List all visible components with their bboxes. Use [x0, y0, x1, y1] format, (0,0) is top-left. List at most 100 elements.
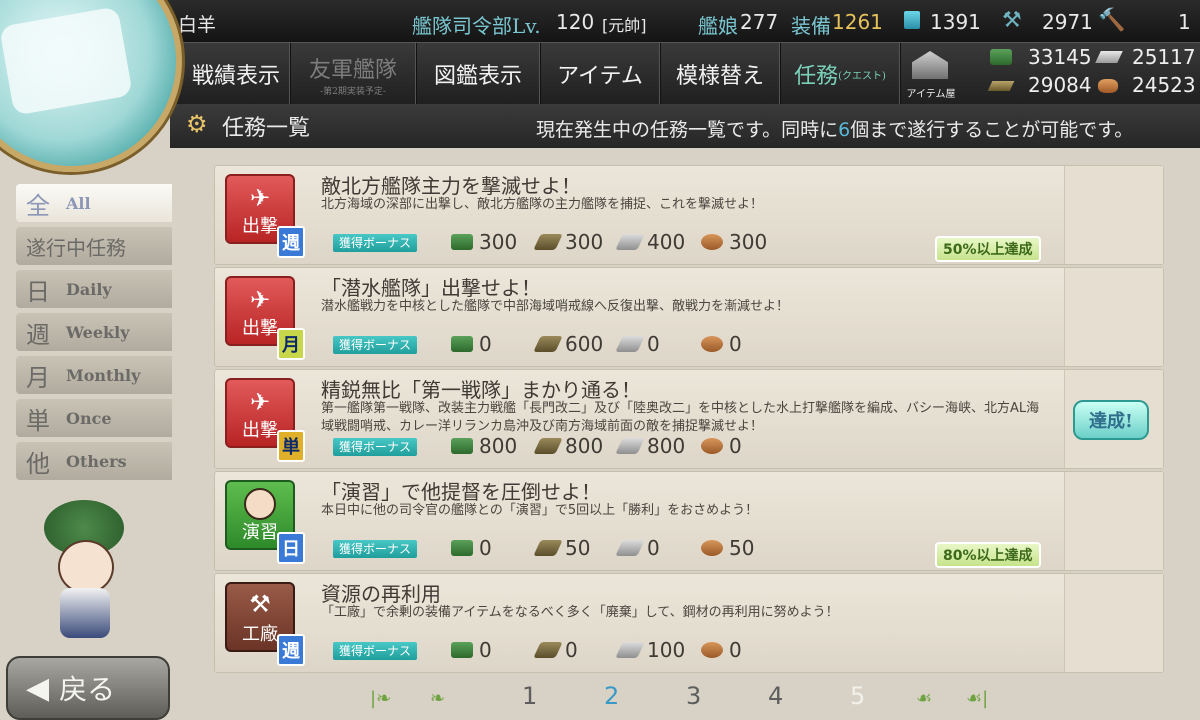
nav-records[interactable]: 戦績表示 [182, 43, 291, 105]
top-status-bar: 白羊 艦隊司令部Lv. 120 [元帥] 艦娘 277 装備 1261 1391… [0, 0, 1200, 42]
bonus-label: 獲得ボーナス [333, 234, 418, 252]
filter-weekly[interactable]: 週 Weekly [16, 313, 172, 351]
nav-picture-book-label: 図鑑表示 [433, 64, 522, 89]
filter-monthly-small: Monthly [66, 365, 141, 385]
nav-items[interactable]: アイテム [540, 43, 661, 105]
bauxite-icon [701, 336, 723, 352]
bonus-label: 獲得ボーナス [333, 642, 418, 660]
reward-steel-value: 0 [647, 536, 660, 560]
girl-face-icon [244, 488, 276, 520]
quest-title: 「演習」で他提督を圧倒せよ！ [321, 480, 601, 504]
nav-furniture-label: 模様替え [675, 64, 764, 89]
hq-level: 120 [556, 10, 595, 34]
page-5[interactable]: 5 [850, 682, 865, 710]
steel-icon [615, 234, 645, 250]
ammo-icon [533, 438, 563, 454]
quest-item[interactable]: ⚒ 工廠 週 資源の再利用 「工廠」で余剰の装備アイテムをなるべく多く「廃棄」して… [214, 573, 1164, 673]
bonus-label: 獲得ボーナス [333, 336, 418, 354]
reward-ammo-value: 50 [565, 536, 591, 560]
filter-in-progress[interactable]: 遂行中任務 [16, 227, 172, 265]
reward-steel: 100 [615, 638, 686, 662]
first-page-button[interactable]: |❧ [370, 688, 391, 709]
reward-ammo: 50 [533, 536, 591, 560]
page-3[interactable]: 3 [686, 682, 701, 710]
quest-category: 出撃 [242, 420, 278, 441]
reward-ammo: 800 [533, 434, 604, 458]
nav-furniture[interactable]: 模様替え [660, 43, 781, 105]
quest-item[interactable]: ✈ 出撃 週 敵北方艦隊主力を撃滅せよ！ 北方海域の深部に出撃し、敵北方艦隊の主力… [214, 165, 1164, 265]
filter-weekly-big: 週 [26, 320, 50, 349]
quest-item[interactable]: ✈ 出撃 単 精鋭無比「第一戦隊」まかり通る！ 第一艦隊第一戦隊、改装主力戦艦「長… [214, 369, 1164, 469]
devmat-count: 1 [1178, 10, 1191, 34]
reward-fuel-value: 0 [479, 638, 492, 662]
back-button[interactable]: ◀ 戻る [6, 656, 170, 720]
quest-category: 出撃 [242, 318, 278, 339]
steel-icon [615, 642, 645, 658]
reward-bauxite-value: 0 [729, 434, 742, 458]
reward-ammo-value: 0 [565, 638, 578, 662]
filter-monthly-big: 月 [26, 363, 50, 392]
player-name: 白羊 [178, 14, 217, 36]
bonus-label: 獲得ボーナス [333, 540, 418, 558]
quest-description: 潜水艦戦力を中核とした艦隊で中部海域哨戒線へ反復出撃、敵戦力を漸減せよ！ [321, 299, 790, 314]
prev-page-button[interactable]: ❧ [430, 688, 445, 709]
quest-item[interactable]: ✈ 出撃 月 「潜水艦隊」出撃せよ！ 潜水艦戦力を中核とした艦隊で中部海域哨戒線へ… [214, 267, 1164, 367]
reward-steel: 800 [615, 434, 685, 458]
reward-bauxite: 0 [701, 434, 742, 458]
title-message-pre: 現在発生中の任務一覧です。同時に [536, 119, 839, 141]
reward-steel-value: 400 [647, 230, 686, 254]
item-shop-button[interactable]: アイテム屋 [904, 47, 958, 101]
page-4[interactable]: 4 [768, 682, 783, 710]
last-page-button[interactable]: ☙| [966, 688, 988, 709]
nav-picture-book[interactable]: 図鑑表示 [416, 43, 541, 105]
equip-count: 1261 [832, 10, 883, 34]
reward-fuel: 0 [451, 332, 492, 356]
page-title: 任務一覧 [222, 116, 311, 141]
bauxite-icon [701, 234, 723, 250]
filter-monthly[interactable]: 月 Monthly [16, 356, 172, 394]
quest-status-slot [1064, 472, 1163, 570]
reward-bauxite-value: 300 [729, 230, 768, 254]
fuel-icon [451, 642, 473, 658]
progress-badge: 80%以上達成 [935, 542, 1041, 568]
reward-ammo-value: 800 [565, 434, 604, 458]
quest-type-badge: 月 [277, 328, 305, 360]
character-face [58, 540, 114, 594]
progress-badge: 50%以上達成 [935, 236, 1041, 262]
rank: [元帥] [602, 16, 647, 35]
filter-once[interactable]: 単 Once [16, 399, 172, 437]
steel-icon [615, 336, 645, 352]
filter-weekly-small: Weekly [66, 322, 130, 342]
construction-count: 2971 [1042, 10, 1093, 34]
nav-friend-fleet: 友軍艦隊 -第2期実装予定- [290, 43, 417, 105]
bonus-label: 獲得ボーナス [333, 438, 418, 456]
ammo-icon [533, 642, 563, 658]
steel-icon [615, 540, 645, 556]
hammer-icon: ⚒ [249, 590, 271, 618]
completed-badge[interactable]: 達成! [1073, 400, 1149, 440]
quest-item[interactable]: 演習 日 「演習」で他提督を圧倒せよ！ 本日中に他の司令官の艦隊との「演習」で5… [214, 471, 1164, 571]
filter-all[interactable]: 全 All [16, 184, 172, 222]
devmat-icon: 🔨 [1098, 8, 1126, 33]
bauxite-icon [701, 642, 723, 658]
bauxite-icon [701, 438, 723, 454]
page-1[interactable]: 1 [522, 682, 537, 710]
back-arrow-icon: ◀ [26, 670, 50, 706]
filter-others[interactable]: 他 Others [16, 442, 172, 480]
fuel-icon [451, 540, 473, 556]
quest-description: 第一艦隊第一戦隊、改装主力戦艦「長門改二」及び「陸奥改二」を中核とした水上打撃艦… [321, 401, 1040, 434]
plane-icon: ✈ [249, 286, 271, 314]
main-nav: 戦績表示 友軍艦隊 -第2期実装予定- 図鑑表示 アイテム 模様替え 任務 (クエ… [170, 42, 1200, 106]
nav-quests[interactable]: 任務 (クエスト) [780, 43, 901, 105]
page-2[interactable]: 2 [604, 682, 619, 710]
quest-description: 本日中に他の司令官の艦隊との「演習」で5回以上「勝利」をおさめよう！ [321, 503, 759, 518]
title-message-num: 6 [838, 119, 851, 141]
filter-daily[interactable]: 日 Daily [16, 270, 172, 308]
reward-steel-value: 100 [647, 638, 686, 662]
nav-friend-fleet-sub: -第2期実装予定- [320, 86, 386, 97]
steel-icon [1095, 51, 1123, 63]
emblem-plate [0, 6, 133, 116]
next-page-button[interactable]: ☙ [916, 688, 932, 709]
back-label: 戻る [59, 673, 116, 706]
equip-label: 装備 [791, 14, 831, 38]
